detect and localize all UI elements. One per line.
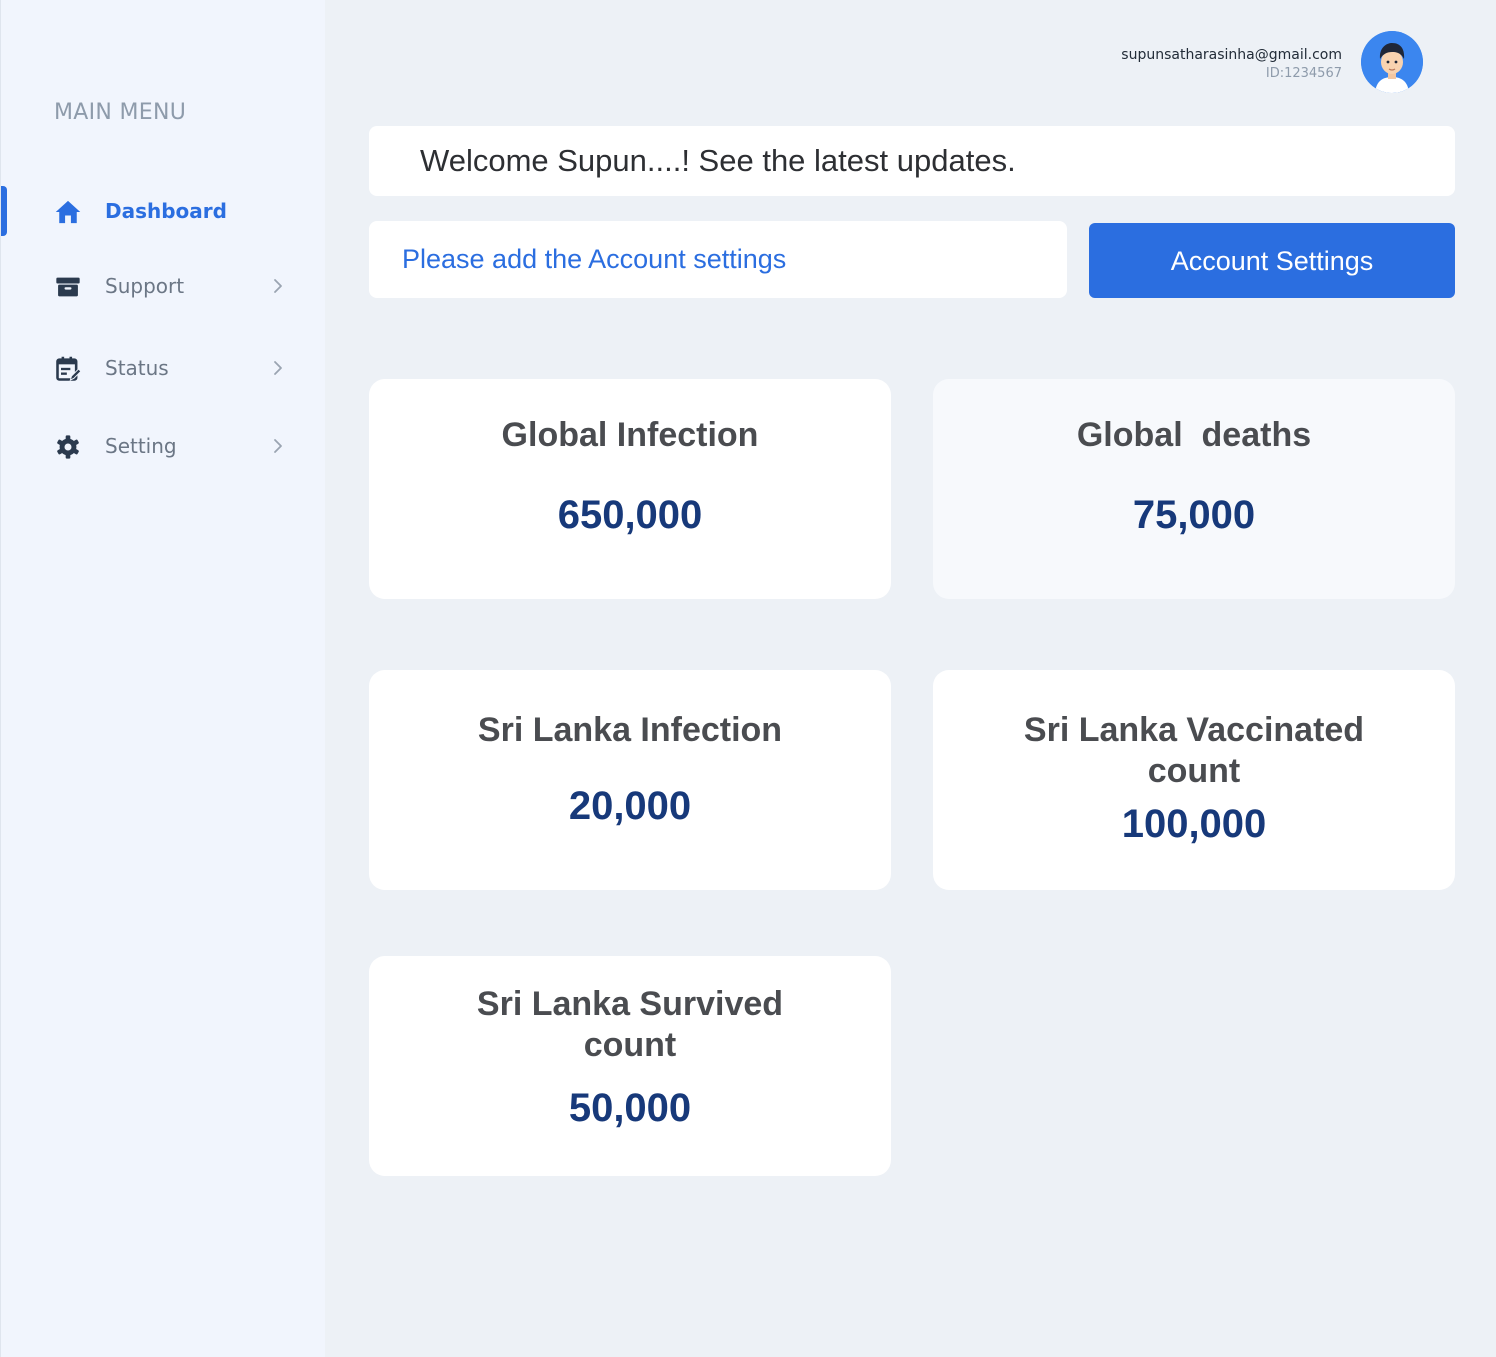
- sidebar-item-label: Status: [105, 356, 169, 380]
- card-value: 650,000: [557, 493, 703, 537]
- sidebar-item-dashboard[interactable]: Dashboard: [1, 186, 326, 236]
- sidebar-item-status[interactable]: Status: [1, 343, 326, 393]
- card-value: 50,000: [568, 1086, 692, 1130]
- chevron-right-icon: [274, 361, 282, 375]
- account-settings-button[interactable]: Account Settings: [1089, 223, 1455, 298]
- user-id: ID:1234567: [1265, 66, 1342, 81]
- account-settings-notice[interactable]: Please add the Account settings: [369, 221, 1067, 298]
- card-global-deaths: Global deaths 75,000: [933, 379, 1455, 599]
- card-value: 20,000: [568, 784, 692, 828]
- card-sri-lanka-vaccinated: Sri Lanka Vaccinated count 100,000: [933, 670, 1455, 890]
- card-sri-lanka-survived: Sri Lanka Survived count 50,000: [369, 956, 891, 1176]
- sidebar-item-label: Dashboard: [105, 199, 227, 223]
- user-email: supunsatharasinha@gmail.com: [1121, 47, 1342, 63]
- archive-icon: [56, 277, 80, 297]
- card-title: Global Infection: [501, 416, 759, 454]
- chevron-right-icon: [274, 279, 282, 293]
- card-value: 100,000: [1121, 802, 1267, 846]
- sidebar-item-label: Setting: [105, 434, 177, 458]
- welcome-banner: Welcome Supun....! See the latest update…: [369, 126, 1455, 196]
- gear-icon: [57, 435, 79, 459]
- calendar-edit-icon: [56, 356, 82, 381]
- card-title: Sri Lanka Vaccinated count: [1023, 711, 1365, 790]
- chevron-right-icon: [274, 439, 282, 453]
- user-avatar-icon: [1361, 31, 1423, 93]
- home-icon: [55, 200, 81, 224]
- card-global-infection: Global Infection 650,000: [369, 379, 891, 599]
- card-title: Sri Lanka Survived count: [476, 985, 784, 1064]
- active-indicator: [1, 186, 7, 236]
- card-value: 75,000: [1132, 493, 1256, 537]
- sidebar: MAIN MENU Dashboard Support Status Setti…: [0, 0, 325, 1357]
- main-menu-title: MAIN MENU: [54, 100, 187, 125]
- card-title: Global deaths: [1076, 416, 1312, 454]
- sidebar-item-setting[interactable]: Setting: [1, 421, 326, 471]
- sidebar-item-label: Support: [105, 274, 185, 298]
- card-sri-lanka-infection: Sri Lanka Infection 20,000: [369, 670, 891, 890]
- card-title: Sri Lanka Infection: [477, 711, 783, 749]
- sidebar-item-support[interactable]: Support: [1, 261, 326, 311]
- avatar[interactable]: [1361, 31, 1423, 93]
